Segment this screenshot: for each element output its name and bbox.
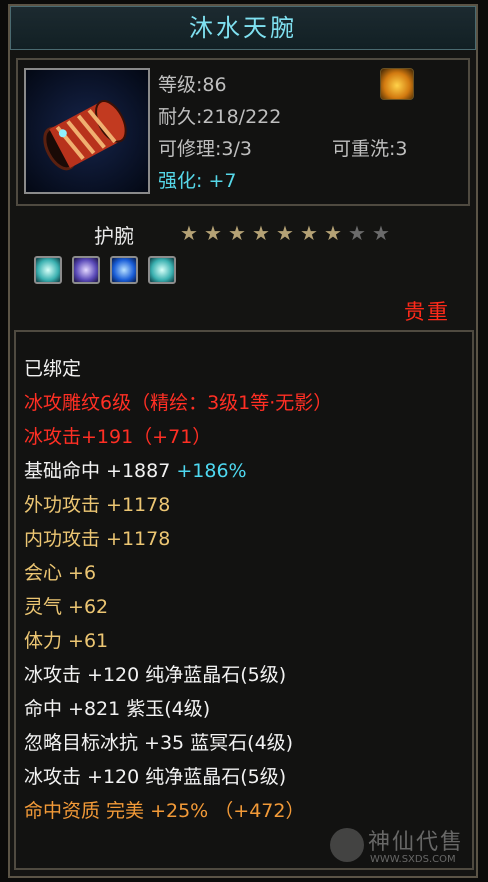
attribute-text: 忽略目标冰抗 +35 蓝冥石(4级)	[24, 732, 294, 754]
attribute-line: 冰攻击 +120 纯净蓝晶石(5级)	[24, 762, 286, 789]
star-filled-icon: ★	[324, 221, 342, 245]
item-rarity: 贵重	[404, 300, 450, 324]
attribute-text: 冰攻击 +120 纯净蓝晶石(5级)	[24, 664, 287, 686]
flame-icon	[380, 68, 414, 100]
attribute-line: 外功攻击 +1178	[24, 490, 170, 517]
attribute-line: 冰攻雕纹6级（精绘：3级1等·无影）	[24, 388, 332, 415]
attribute-text: 冰攻击+191（+71）	[24, 426, 212, 448]
star-filled-icon: ★	[180, 221, 198, 245]
attribute-text: 灵气 +62	[24, 596, 109, 618]
attribute-text: 内功攻击 +1178	[24, 528, 171, 550]
attribute-line: 灵气 +62	[24, 592, 108, 619]
attribute-line: 命中资质 完美 +25% （+472）	[24, 796, 304, 823]
star-filled-icon: ★	[300, 221, 318, 245]
attribute-line: 冰攻击+191（+71）	[24, 422, 211, 449]
item-enhance: 强化: +7	[158, 170, 237, 192]
star-filled-icon: ★	[204, 221, 222, 245]
item-category: 护腕	[94, 224, 134, 248]
purple-gem-icon[interactable]	[72, 256, 100, 284]
item-rewashable: 可重洗:3	[332, 138, 408, 160]
cyan-gem-icon[interactable]	[34, 256, 62, 284]
watermark: 神仙代售 WWW.SXDS.COM	[330, 824, 480, 872]
item-repairable: 可修理:3/3	[158, 138, 252, 160]
bracer-icon	[26, 70, 148, 192]
item-name-title: 沐水天腕	[10, 6, 476, 50]
attribute-text: 冰攻雕纹6级（精绘：3级1等·无影）	[24, 392, 333, 414]
attribute-bonus: +186%	[170, 460, 247, 482]
star-filled-icon: ★	[228, 221, 246, 245]
cyan-gem-icon[interactable]	[148, 256, 176, 284]
attribute-text: 命中资质 完美 +25% （+472）	[24, 800, 305, 822]
watermark-text: 神仙代售	[368, 830, 465, 855]
attribute-line: 已绑定	[24, 354, 81, 381]
item-icon-slot[interactable]	[24, 68, 150, 194]
attribute-text: 会心 +6	[24, 562, 97, 584]
item-level: 等级:86	[158, 74, 227, 96]
attribute-line: 会心 +6	[24, 558, 96, 585]
attribute-text: 外功攻击 +1178	[24, 494, 171, 516]
attribute-text: 命中 +821 紫玉(4级)	[24, 698, 211, 720]
watermark-logo-icon	[330, 828, 364, 862]
attribute-text: 冰攻击 +120 纯净蓝晶石(5级)	[24, 766, 287, 788]
attribute-line: 基础命中 +1887 +186%	[24, 456, 247, 483]
attribute-text: 基础命中 +1887	[24, 460, 171, 482]
attribute-text: 体力 +61	[24, 630, 109, 652]
star-empty-icon: ★	[348, 221, 366, 245]
watermark-url: WWW.SXDS.COM	[370, 854, 456, 865]
star-empty-icon: ★	[372, 221, 390, 245]
star-filled-icon: ★	[252, 221, 270, 245]
attribute-text: 已绑定	[24, 358, 82, 380]
attribute-line: 忽略目标冰抗 +35 蓝冥石(4级)	[24, 728, 293, 755]
attribute-line: 体力 +61	[24, 626, 108, 653]
item-durability: 耐久:218/222	[158, 106, 282, 128]
blue-gem-icon[interactable]	[110, 256, 138, 284]
attribute-line: 命中 +821 紫玉(4级)	[24, 694, 210, 721]
star-filled-icon: ★	[276, 221, 294, 245]
attribute-line: 内功攻击 +1178	[24, 524, 170, 551]
attribute-line: 冰攻击 +120 纯净蓝晶石(5级)	[24, 660, 286, 687]
